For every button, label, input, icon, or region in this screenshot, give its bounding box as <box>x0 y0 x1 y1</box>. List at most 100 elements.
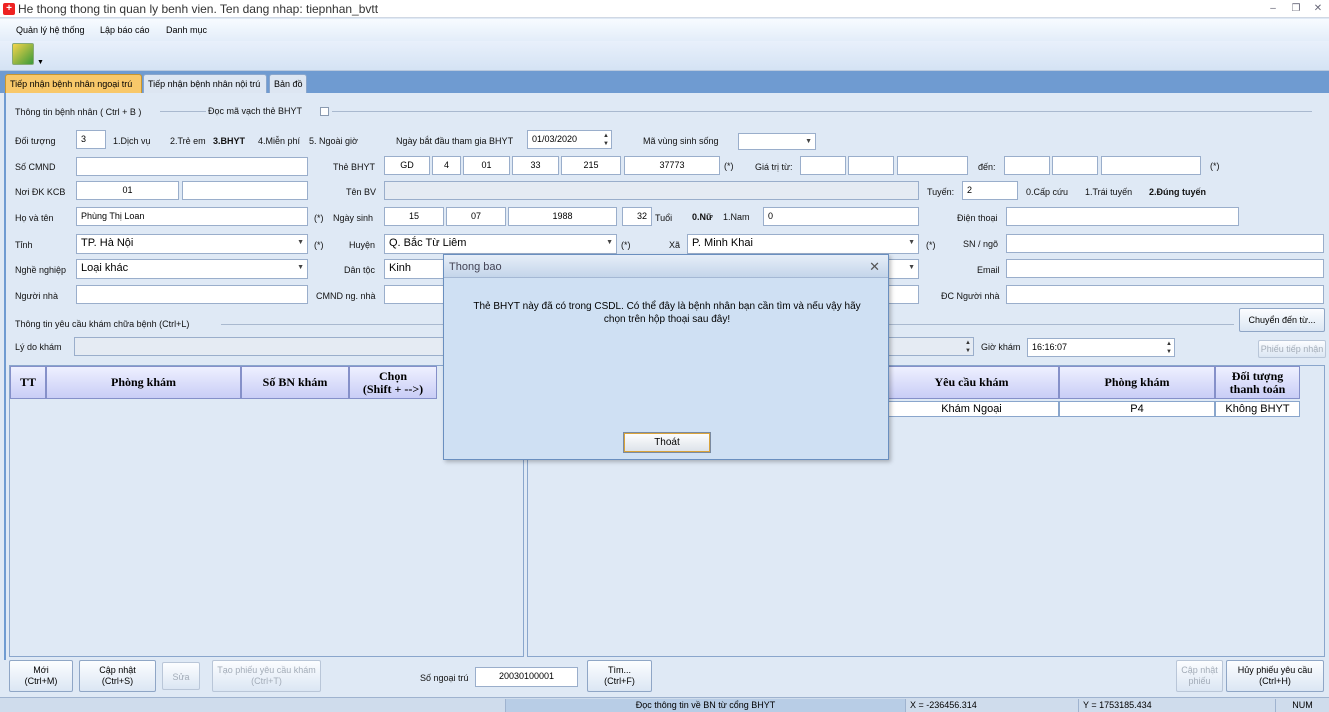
tab-noi-tru[interactable]: Tiếp nhận bệnh nhân nội trú <box>143 74 267 93</box>
gia-tri-month[interactable] <box>848 156 894 175</box>
cap-nhat-button[interactable]: Cập nhật (Ctrl+S) <box>79 660 156 692</box>
gia-tri-day[interactable] <box>800 156 846 175</box>
phieu-tiep-nhan-button[interactable]: Phiếu tiếp nhận <box>1258 340 1326 358</box>
close-icon[interactable]: ✕ <box>869 259 880 275</box>
huyen-select[interactable]: Q. Bắc Từ Liêm ▼ <box>384 234 617 254</box>
tao-phieu-button[interactable]: Tạo phiếu yêu cầu khám (Ctrl+T) <box>212 660 321 692</box>
ten-bv-label: Tên BV <box>346 187 377 197</box>
nghe-select[interactable]: Loại khác ▼ <box>76 259 308 279</box>
thoat-button[interactable]: Thoát <box>623 432 711 453</box>
menu-quan-ly-he-thong[interactable]: Quản lý hệ thống <box>16 25 85 35</box>
menu-bar: Quản lý hệ thống Lập báo cáo Danh mục <box>0 19 1329 41</box>
bhyt-part-1[interactable]: GD <box>384 156 430 175</box>
bhyt-part-6[interactable]: 37773 <box>624 156 720 175</box>
ma-vung-select[interactable]: ▼ <box>738 133 816 150</box>
nguoi-nha-input[interactable] <box>76 285 308 304</box>
cap-nhat-phieu-label: Cập nhật <box>1181 665 1218 675</box>
grid-header-chon[interactable]: Chọn (Shift + -->) <box>349 366 437 399</box>
chevron-down-icon: ▼ <box>297 264 304 271</box>
toolbar-app-icon[interactable] <box>12 43 34 65</box>
xa-select[interactable]: P. Minh Khai ▼ <box>687 234 919 254</box>
sua-button[interactable]: Sửa <box>162 662 200 690</box>
dialog-title-bar[interactable]: Thong bao ✕ <box>444 255 888 278</box>
grid-header-so-bn[interactable]: Số BN khám <box>241 366 349 399</box>
bhyt-part-5[interactable]: 215 <box>561 156 621 175</box>
toolbar-dropdown-icon[interactable]: ▼ <box>37 59 44 66</box>
table-cell[interactable]: Không BHYT <box>1215 401 1300 417</box>
xa-value: P. Minh Khai <box>692 237 753 249</box>
tinh-value: TP. Hà Nội <box>81 237 134 249</box>
dc-nn-input[interactable] <box>1006 285 1324 304</box>
grid-header-tt[interactable]: TT <box>10 366 46 399</box>
ngay-bd-value: 01/03/2020 <box>532 134 578 144</box>
nguoi-nha-label: Người nhà <box>15 291 58 301</box>
grid-header-yeu-cau[interactable]: Yêu cầu khám <box>884 366 1059 399</box>
so-ngoai-tru-input[interactable]: 20030100001 <box>475 667 578 687</box>
nghe-label: Nghề nghiệp <box>15 265 67 275</box>
status-y-coord: Y = 1753185.434 <box>1078 699 1275 712</box>
tab-ban-do[interactable]: Bản đồ <box>269 74 307 93</box>
ngay-sinh-day[interactable]: 15 <box>384 207 444 226</box>
required-mark: (*) <box>926 240 936 250</box>
ho-ten-input[interactable]: Phùng Thị Loan <box>76 207 308 226</box>
chevron-down-icon: ▼ <box>805 138 812 145</box>
close-icon[interactable]: ✕ <box>1309 1 1327 16</box>
tim-button[interactable]: Tìm... (Ctrl+F) <box>587 660 652 692</box>
huy-phieu-button[interactable]: Hủy phiếu yêu cầu (Ctrl+H) <box>1226 660 1324 692</box>
ngay-bd-input[interactable]: 01/03/2020 ▲ ▼ <box>527 130 612 149</box>
grid-header-doi-tuong[interactable]: Đối tượng thanh toán <box>1215 366 1300 399</box>
tuyen-input[interactable]: 2 <box>962 181 1018 200</box>
spin-icon[interactable]: ▲ ▼ <box>1166 340 1172 356</box>
table-cell[interactable]: P4 <box>1059 401 1215 417</box>
ngay-sinh-month[interactable]: 07 <box>446 207 506 226</box>
barcode-checkbox[interactable] <box>320 107 329 116</box>
doi-tuong-ngoai-gio: 5. Ngoài giờ <box>309 136 358 146</box>
table-cell[interactable]: Khám Ngoại <box>884 401 1059 417</box>
tinh-select[interactable]: TP. Hà Nội ▼ <box>76 234 308 254</box>
ngay-sinh-year[interactable]: 1988 <box>508 207 617 226</box>
bhyt-part-2[interactable]: 4 <box>432 156 461 175</box>
den-month[interactable] <box>1052 156 1098 175</box>
noi-dk-input[interactable]: 01 <box>76 181 179 200</box>
gio-kham-input[interactable]: 16:16:07 ▲ ▼ <box>1027 338 1175 357</box>
restore-icon[interactable]: ❐ <box>1287 1 1305 16</box>
spin-icon[interactable]: ▲ ▼ <box>965 339 971 355</box>
den-year[interactable] <box>1101 156 1201 175</box>
gioi-input[interactable]: 0 <box>763 207 919 226</box>
tuoi-input[interactable]: 32 <box>622 207 652 226</box>
moi-label: Mới <box>33 665 49 675</box>
chuyen-den-button[interactable]: Chuyển đến từ... <box>1239 308 1325 332</box>
tim-shortcut: (Ctrl+F) <box>604 676 635 686</box>
the-bhyt-label: Thẻ BHYT <box>333 162 376 172</box>
spin-icon[interactable]: ▲ ▼ <box>603 132 609 148</box>
dien-thoai-input[interactable] <box>1006 207 1239 226</box>
cap-nhat-phieu-button[interactable]: Cập nhật phiếu <box>1176 660 1223 692</box>
minimize-icon[interactable]: – <box>1264 1 1282 16</box>
grid-header-phong-kham[interactable]: Phòng khám <box>46 366 241 399</box>
status-bar: Đọc thông tin về BN từ cổng BHYT X = -23… <box>0 697 1329 712</box>
gia-tri-year[interactable] <box>897 156 968 175</box>
doi-tuong-input[interactable]: 3 <box>76 130 106 149</box>
noi-dk-extra[interactable] <box>182 181 308 200</box>
doi-tuong-tre-em: 2.Trẻ em <box>170 136 206 146</box>
email-input[interactable] <box>1006 259 1324 278</box>
menu-danh-muc[interactable]: Danh mục <box>166 25 207 35</box>
tim-label: Tìm... <box>608 665 631 675</box>
required-mark: (*) <box>724 161 734 171</box>
dien-thoai-label: Điện thoại <box>957 213 998 223</box>
tinh-label: Tỉnh <box>15 240 33 250</box>
moi-button[interactable]: Mới (Ctrl+M) <box>9 660 73 692</box>
den-day[interactable] <box>1004 156 1050 175</box>
sn-ngo-input[interactable] <box>1006 234 1324 253</box>
menu-lap-bao-cao[interactable]: Lập báo cáo <box>100 25 150 35</box>
bhyt-part-3[interactable]: 01 <box>463 156 510 175</box>
bhyt-part-4[interactable]: 33 <box>512 156 559 175</box>
tab-ngoai-tru[interactable]: Tiếp nhận bệnh nhân ngoại trú <box>5 74 142 93</box>
grid-header-phong-kham-r[interactable]: Phòng khám <box>1059 366 1215 399</box>
message-dialog: Thong bao ✕ Thẻ BHYT này đã có trong CSD… <box>443 254 889 460</box>
so-cmnd-input[interactable] <box>76 157 308 176</box>
doi-tuong-line2: thanh toán <box>1229 382 1286 396</box>
cap-nhat-phieu-line2: phiếu <box>1188 676 1211 686</box>
tuyen-label: Tuyến: <box>927 187 955 197</box>
patient-section-label: Thông tin bệnh nhân ( Ctrl + B ) <box>15 107 142 117</box>
